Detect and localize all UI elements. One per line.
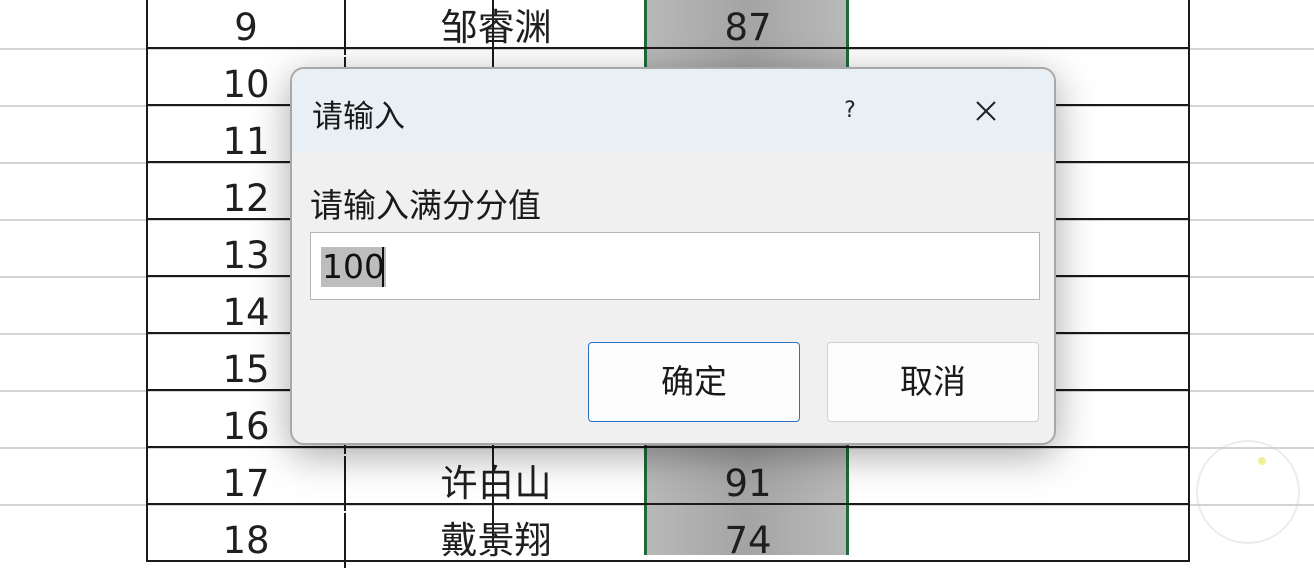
table-row[interactable]: 18 戴景翔 74 [148,505,1188,568]
close-button[interactable] [956,87,1016,133]
row-number-cell[interactable]: 9 [148,0,346,55]
watermark-logo [1196,440,1300,544]
score-cell[interactable]: 91 [646,456,850,511]
dialog-titlebar[interactable]: 请输入 ? [292,69,1054,151]
close-icon [976,101,996,121]
row-number-cell[interactable]: 18 [148,513,346,568]
ok-button[interactable]: 确定 [588,342,800,422]
dialog-title: 请输入 [312,99,405,135]
score-cell[interactable]: 74 [646,513,850,568]
table-row[interactable]: 9 邹睿渊 87 [148,0,1188,55]
row-number-cell[interactable]: 17 [148,456,346,511]
input-value-selected[interactable]: 100 [321,247,386,287]
watermark-dot [1258,457,1266,465]
full-score-input[interactable]: 100 [310,232,1040,300]
help-button[interactable]: ? [828,93,872,129]
input-dialog: 请输入 ? 请输入满分分值 100 确定 取消 [290,67,1056,445]
name-cell[interactable]: 邹睿渊 [346,0,646,55]
cancel-button[interactable]: 取消 [827,342,1039,422]
name-cell[interactable]: 戴景翔 [346,513,646,568]
name-cell[interactable]: 许白山 [346,456,646,511]
text-caret [382,247,384,287]
prompt-label: 请输入满分分值 [310,186,541,225]
table-row[interactable]: 17 许白山 91 [148,448,1188,511]
score-cell[interactable]: 87 [646,0,850,55]
